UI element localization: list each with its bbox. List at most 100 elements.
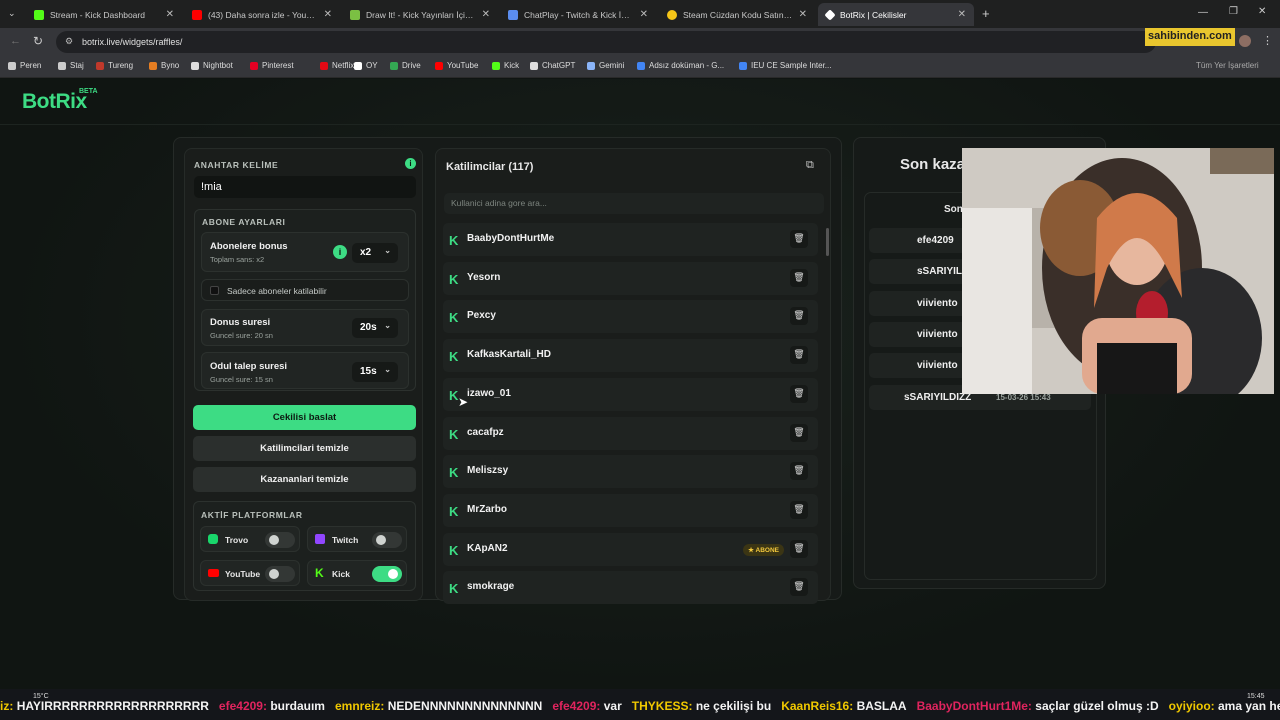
participant-row[interactable]: K Yesorn 🗑 — [443, 261, 818, 295]
bookmark-13[interactable]: Adsız doküman - G... — [637, 61, 724, 70]
bookmark-8[interactable]: Drive — [390, 61, 421, 70]
platform-kick-label: Kick — [332, 569, 350, 579]
info-icon[interactable]: i — [405, 158, 416, 169]
close-icon[interactable]: ✕ — [799, 9, 807, 20]
close-icon[interactable]: ✕ — [482, 9, 490, 20]
trash-icon[interactable]: 🗑 — [790, 423, 808, 442]
kick-toggle[interactable] — [372, 566, 402, 582]
participant-row[interactable]: Kcacafpz 🗑 — [443, 416, 818, 450]
bookmark-label: YouTube — [447, 61, 479, 70]
winners-col-header: Son — [944, 204, 963, 215]
ticker-username: iz: — [0, 699, 14, 713]
maximize-icon[interactable]: ❐ — [1229, 6, 1238, 17]
close-icon[interactable]: ✕ — [166, 9, 174, 20]
bonus-select[interactable]: x2 ⌄ — [352, 243, 398, 263]
botrix-logo[interactable]: BotRix — [22, 90, 87, 114]
kick-icon: K — [449, 310, 459, 326]
start-raffle-button[interactable]: Cekilisi baslat — [193, 405, 416, 430]
bookmark-10[interactable]: Kick — [492, 61, 519, 70]
bookmark-6[interactable]: Netflix — [320, 61, 354, 70]
bookmark-2[interactable]: Tureng — [96, 61, 133, 70]
bookmark-label: Gemini — [599, 61, 625, 70]
bookmark-5[interactable]: Pinterest — [250, 61, 294, 70]
tab-draw-it[interactable]: Draw It! - Kick Yayınları İçin Çizi ✕ — [342, 3, 498, 26]
bookmark-14[interactable]: IEU CE Sample Inter... — [739, 61, 831, 70]
browser-menu-icon[interactable]: ⋮ — [1262, 34, 1273, 47]
new-tab-icon[interactable]: + — [982, 6, 990, 21]
trash-icon[interactable]: 🗑 — [790, 230, 808, 248]
platforms-title: AKTİF PLATFORMLAR — [201, 510, 303, 520]
participant-name: izawo_01 — [467, 387, 511, 399]
tab-kick-dashboard[interactable]: Stream - Kick Dashboard ✕ — [26, 3, 182, 26]
claim-select[interactable]: 15s ⌄ — [352, 362, 398, 382]
keyword-input[interactable]: !mia — [194, 176, 416, 198]
trash-icon[interactable]: 🗑 — [790, 384, 808, 403]
youtube-toggle[interactable] — [265, 566, 295, 582]
webcam-overlay — [962, 148, 1274, 394]
tab-botrix[interactable]: BotRix | Cekilisler ✕ — [818, 3, 974, 26]
participant-row[interactable]: Ksmokrage 🗑 — [443, 571, 818, 605]
info-icon[interactable]: i — [333, 245, 347, 259]
bookmark-label: Staj — [70, 61, 84, 70]
browser-toolbar: ← ↻ ⚙ botrix.live/widgets/raffles/ sahib… — [0, 28, 1280, 56]
trash-icon[interactable]: 🗑 — [790, 268, 808, 287]
site-info-icon[interactable]: ⚙ — [65, 36, 73, 47]
bookmark-0[interactable]: Peren — [8, 61, 41, 70]
trash-icon[interactable]: 🗑 — [790, 307, 808, 326]
bookmark-9[interactable]: YouTube — [435, 61, 478, 70]
trash-icon[interactable]: 🗑 — [790, 578, 808, 597]
trash-icon[interactable]: 🗑 — [790, 346, 808, 365]
twitch-toggle[interactable] — [372, 532, 402, 548]
participant-row[interactable]: K Meliszsy 🗑 — [443, 455, 818, 489]
bookmark-4[interactable]: Nightbot — [191, 61, 233, 70]
window-close-icon[interactable]: ✕ — [1258, 6, 1266, 17]
browser-tabstrip: ⌄ Stream - Kick Dashboard ✕ (43) Daha so… — [0, 0, 1280, 28]
copy-icon[interactable]: ⧉ — [806, 159, 814, 172]
participant-row[interactable]: K MrZarbo 🗑 — [443, 493, 818, 527]
participant-row[interactable]: K BaabyDontHurtMe 🗑 — [443, 223, 818, 256]
bookmark-11[interactable]: ChatGPT — [530, 61, 575, 70]
participant-row[interactable]: K KafkasKartali_HD 🗑 — [443, 339, 818, 373]
kick-icon: K — [449, 387, 459, 403]
reload-icon[interactable]: ↻ — [33, 34, 43, 48]
kick-icon: K — [449, 426, 459, 442]
subs-only-checkbox[interactable] — [210, 286, 219, 295]
trash-icon[interactable]: 🗑 — [790, 500, 808, 519]
trash-icon[interactable]: 🗑 — [790, 462, 808, 481]
close-icon[interactable]: ✕ — [640, 9, 648, 20]
minimize-icon[interactable]: — — [1198, 7, 1208, 18]
duration-select[interactable]: 20s ⌄ — [352, 318, 398, 338]
clear-winners-button[interactable]: Kazananlari temizle — [193, 467, 416, 492]
participant-row[interactable]: K Pexcy 🗑 — [443, 300, 818, 334]
subs-only-card[interactable]: Sadece aboneler katilabilir — [201, 279, 409, 301]
participant-search-input[interactable]: Kullanici adina gore ara... — [444, 193, 824, 214]
tab-chatplay[interactable]: ChatPlay - Twitch & Kick İzleyic ✕ — [500, 3, 656, 26]
bookmark-1[interactable]: Staj — [58, 61, 84, 70]
tab-title: Draw It! - Kick Yayınları İçin Çizi — [366, 9, 476, 20]
close-icon[interactable]: ✕ — [324, 9, 332, 20]
chatplay-favicon — [508, 9, 518, 20]
scrollbar-thumb[interactable] — [826, 228, 829, 256]
address-bar[interactable]: ⚙ botrix.live/widgets/raffles/ — [56, 31, 1156, 53]
tab-steam[interactable]: Steam Cüzdan Kodu Satın Al (C ✕ — [659, 3, 815, 26]
trash-icon[interactable]: 🗑 — [790, 539, 808, 558]
all-bookmarks[interactable]: Tüm Yer İşaretleri — [1196, 61, 1259, 70]
participant-row[interactable]: Kizawo_01 🗑 — [443, 377, 818, 411]
close-icon[interactable]: ✕ — [958, 9, 966, 20]
clear-participants-button[interactable]: Katilimcilari temizle — [193, 436, 416, 461]
subs-only-label: Sadece aboneler katilabilir — [227, 286, 327, 296]
participant-name: KApAN2 — [467, 542, 508, 554]
profile-avatar[interactable] — [1239, 35, 1251, 47]
back-icon[interactable]: ← — [10, 35, 21, 47]
participant-row[interactable]: K KApAN2 🗑 ★ ABONE — [443, 532, 818, 566]
bookmark-label: OY — [366, 61, 378, 70]
tab-youtube[interactable]: (43) Daha sonra izle - YouTube ✕ — [184, 3, 340, 26]
bookmark-12[interactable]: Gemini — [587, 61, 624, 70]
participant-name: Meliszsy — [467, 465, 509, 477]
bookmark-icon — [58, 61, 66, 70]
bookmark-7[interactable]: OY — [354, 61, 378, 70]
tab-list-icon[interactable]: ⌄ — [8, 8, 16, 19]
trovo-toggle[interactable] — [265, 532, 295, 548]
kick-icon: K — [315, 566, 324, 580]
bookmark-3[interactable]: Byno — [149, 61, 179, 70]
